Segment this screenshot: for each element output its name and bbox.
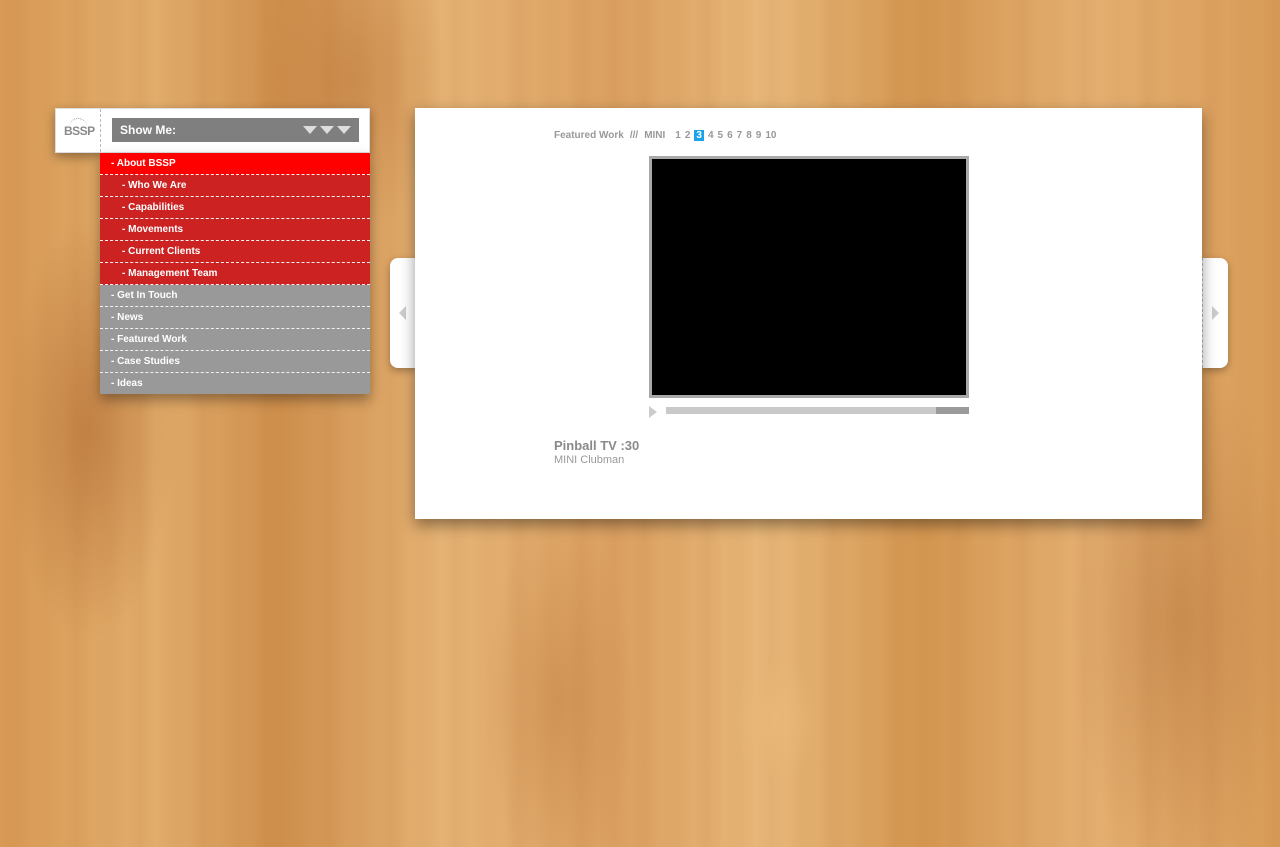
progress-fill (935, 407, 969, 414)
menu-item[interactable]: - Ideas (100, 373, 370, 394)
page-link[interactable]: 5 (718, 130, 724, 141)
menu-item[interactable]: - Current Clients (100, 241, 370, 263)
page-link[interactable]: 2 (685, 130, 691, 141)
breadcrumb-separator: /// (629, 130, 639, 141)
play-icon[interactable] (649, 406, 657, 418)
chevron-left-icon (399, 306, 406, 320)
previous-button[interactable] (390, 258, 416, 368)
work-subtitle: MINI Clubman (554, 454, 625, 466)
next-button[interactable] (1202, 258, 1228, 368)
logo-cell[interactable]: BSSP (56, 109, 101, 152)
progress-bar[interactable] (666, 407, 969, 414)
page-link[interactable]: 1 (675, 130, 681, 141)
navigation-menu: - About BSSP - Who We Are - Capabilities - … (100, 153, 370, 394)
page-link[interactable]: 7 (737, 130, 743, 141)
content-panel: Featured Work /// MINI 1 2 3 4 5 6 7 8 9 10 Pinba… (415, 108, 1202, 519)
breadcrumb-section[interactable]: Featured Work (554, 130, 624, 141)
chevron-right-icon (1212, 306, 1219, 320)
menu-item[interactable]: - Management Team (100, 263, 370, 285)
work-title: Pinball TV :30 (554, 438, 640, 453)
page-link[interactable]: 10 (765, 130, 776, 141)
logo[interactable]: BSSP (64, 124, 95, 138)
pagination: 1 2 3 4 5 6 7 8 9 10 (675, 130, 780, 141)
video-player[interactable] (649, 156, 969, 398)
menu-item[interactable]: - Case Studies (100, 351, 370, 373)
show-me-label: Show Me: (120, 123, 176, 137)
menu-header: BSSP Show Me: (55, 108, 370, 153)
page-link[interactable]: 4 (708, 130, 714, 141)
page-link[interactable]: 6 (727, 130, 733, 141)
menu-item[interactable]: - Capabilities (100, 197, 370, 219)
menu-item[interactable]: - Get In Touch (100, 285, 370, 307)
menu-item[interactable]: - News (100, 307, 370, 329)
page-link[interactable]: 9 (756, 130, 762, 141)
video-controls (649, 406, 969, 418)
page-link[interactable]: 8 (746, 130, 752, 141)
breadcrumb: Featured Work /// MINI 1 2 3 4 5 6 7 8 9 10 (554, 130, 780, 141)
show-me-dropdown[interactable]: Show Me: (112, 118, 359, 142)
menu-item[interactable]: - Who We Are (100, 175, 370, 197)
menu-item[interactable]: - Movements (100, 219, 370, 241)
triple-chevron-down-icon (303, 126, 351, 134)
menu-item[interactable]: - Featured Work (100, 329, 370, 351)
page-link[interactable]: 3 (694, 130, 704, 141)
breadcrumb-client[interactable]: MINI (644, 130, 665, 141)
menu-item[interactable]: - About BSSP (100, 153, 370, 175)
